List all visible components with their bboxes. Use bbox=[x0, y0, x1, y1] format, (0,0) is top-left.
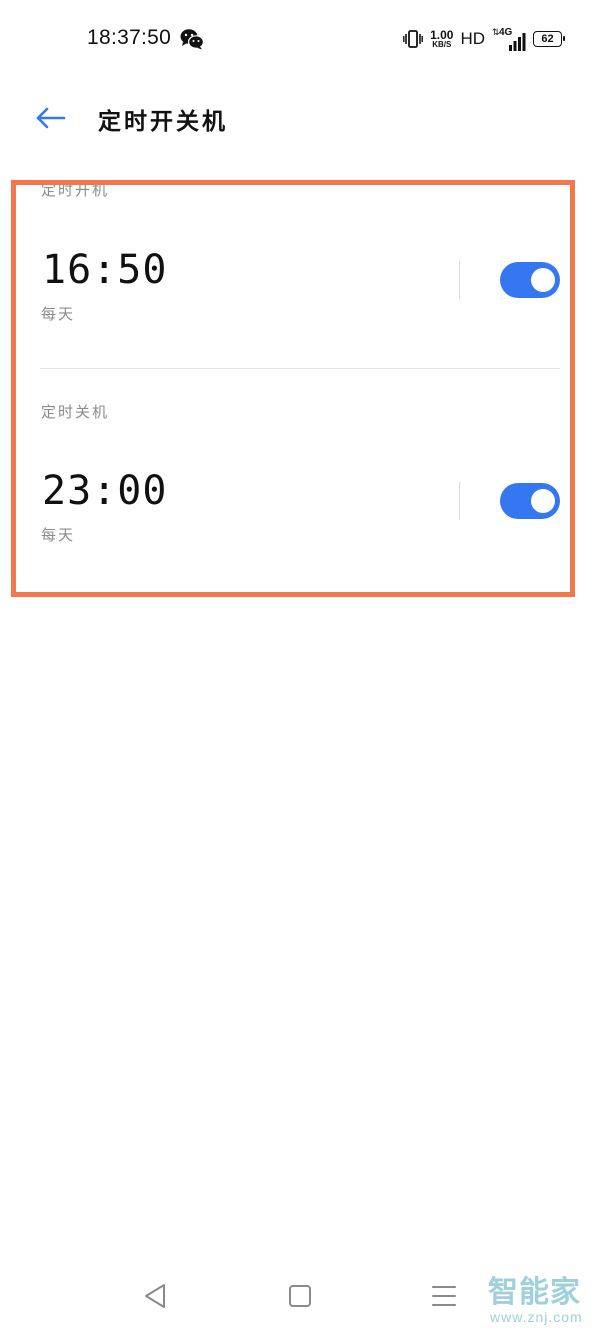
back-button[interactable] bbox=[28, 100, 74, 136]
vertical-divider bbox=[459, 482, 460, 520]
wechat-icon bbox=[180, 29, 204, 50]
power-off-label: 定时关机 bbox=[41, 403, 110, 421]
svg-text:www.znj.com: www.znj.com bbox=[489, 1309, 583, 1325]
power-off-toggle[interactable] bbox=[500, 483, 560, 519]
toggle-knob bbox=[531, 489, 555, 513]
power-off-repeat: 每天 bbox=[41, 526, 76, 544]
power-on-repeat: 每天 bbox=[41, 305, 76, 323]
signal-bars-icon bbox=[509, 33, 526, 51]
nav-back-icon[interactable] bbox=[142, 1282, 168, 1310]
status-time: 18:37:50 bbox=[87, 26, 172, 49]
page-title: 定时开关机 bbox=[98, 108, 228, 135]
vibrate-icon bbox=[403, 30, 423, 48]
network-speed-unit: KB/S bbox=[432, 40, 452, 49]
hd-indicator: HD bbox=[460, 29, 485, 48]
app-header: 定时开关机 bbox=[0, 88, 600, 148]
nav-home-icon[interactable] bbox=[289, 1285, 311, 1307]
battery-icon: 62 bbox=[533, 31, 565, 47]
svg-text:智能家: 智能家 bbox=[488, 1275, 581, 1310]
battery-level: 62 bbox=[541, 33, 554, 45]
back-arrow-icon bbox=[36, 107, 66, 129]
nav-menu-icon[interactable] bbox=[432, 1286, 456, 1306]
toggle-knob bbox=[531, 268, 555, 292]
power-off-time[interactable]: 23:00 bbox=[42, 468, 167, 514]
power-on-label: 定时开机 bbox=[41, 185, 110, 199]
status-bar: 18:37:50 1.00 KB/S HD ⇅ 4G 62 bbox=[0, 0, 600, 78]
power-on-toggle[interactable] bbox=[500, 262, 560, 298]
power-on-time[interactable]: 16:50 bbox=[42, 247, 167, 293]
status-indicators: 1.00 KB/S HD ⇅ 4G 62 bbox=[403, 24, 565, 54]
signal-icon: ⇅ 4G bbox=[492, 27, 526, 51]
watermark-logo: 智能家 www.znj.com bbox=[488, 1275, 583, 1325]
vertical-divider bbox=[459, 261, 460, 299]
section-divider bbox=[40, 368, 560, 369]
network-speed: 1.00 KB/S bbox=[430, 29, 453, 49]
schedule-list: 定时开机 16:50 每天 定时关机 23:00 每天 bbox=[16, 185, 570, 592]
